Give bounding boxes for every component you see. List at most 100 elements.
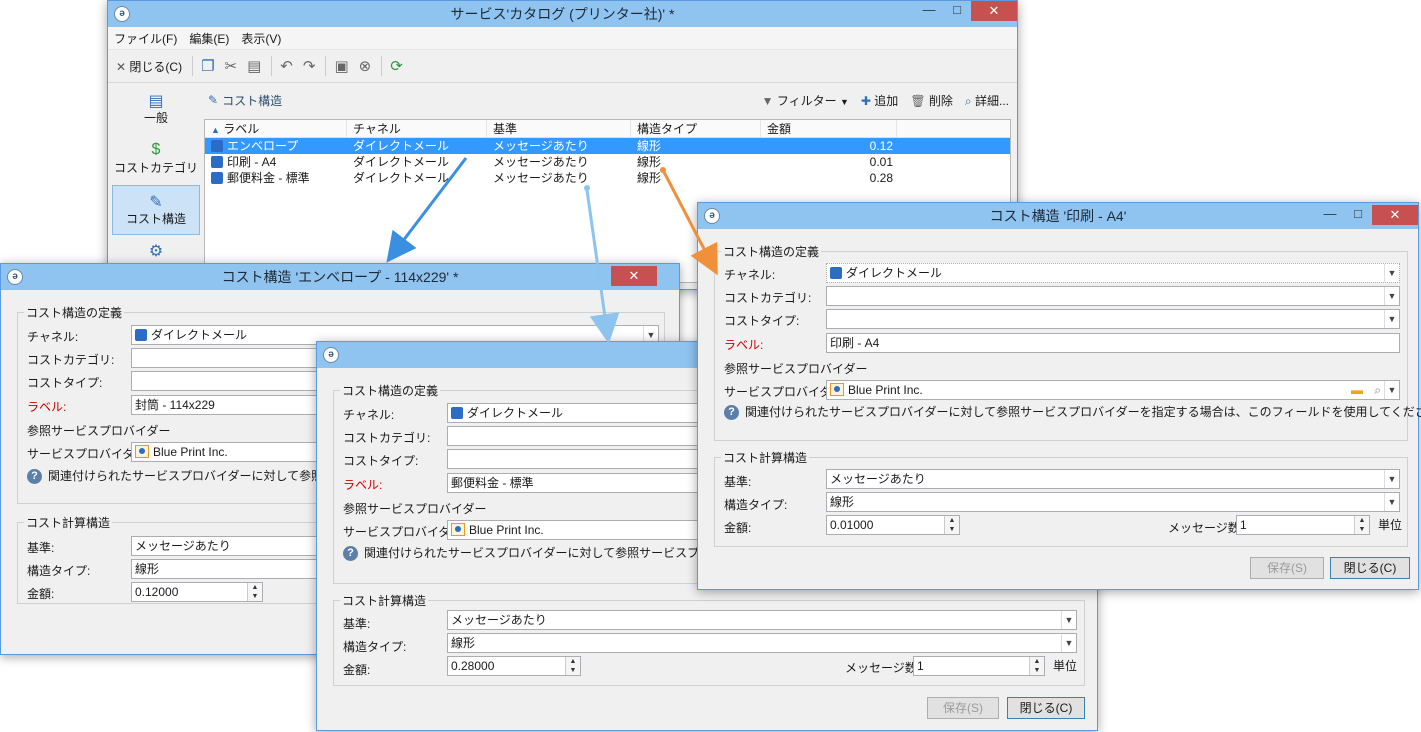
copy-icon[interactable]: ❐ [201,57,214,75]
sort-asc-icon: ▲ [211,125,220,135]
paste-icon[interactable]: ▤ [247,57,261,75]
close-icon[interactable]: ✕ [611,266,657,286]
minimize-icon[interactable]: — [915,1,943,21]
cut-icon[interactable]: ✂ [225,57,238,75]
save-button[interactable]: 保存(S) [1250,557,1324,579]
amount-stepper[interactable]: 0.12000 ▲ ▼ [131,582,263,602]
basis-label: 基準: [724,475,752,489]
spin-arrows-icon[interactable]: ▲ ▼ [1029,657,1044,675]
spin-arrows-icon[interactable]: ▲ ▼ [247,583,262,601]
struct-type-label: 構造タイプ: [724,498,788,512]
table-row[interactable]: 郵便料金 - 標準 ダイレクトメール メッセージあたり 線形 0.28 [205,170,1010,186]
cost-category-label: コストカテゴリ: [724,291,812,305]
folder-icon[interactable]: ▬ [1351,381,1363,399]
filter-button[interactable]: ▼ フィルター ▼ [762,92,849,109]
menu-view[interactable]: 表示(V) [241,30,281,47]
struct-type-select[interactable]: 線形 ▼ [447,633,1077,653]
help-icon: ? [27,469,42,485]
close-button[interactable]: 閉じる(C) [1330,557,1410,579]
col-label[interactable]: ▲ ラベル [205,120,347,137]
nav-item-cost-structure[interactable]: ✎ コスト構造 [112,185,200,235]
menu-edit[interactable]: 編集(E) [189,30,229,47]
col-channel[interactable]: チャネル [347,120,487,137]
basis-label: 基準: [27,541,55,555]
maximize-icon[interactable]: □ [943,1,971,21]
nav-item-settings[interactable]: ⚙ [112,235,200,260]
col-type[interactable]: 構造タイプ [631,120,761,137]
direct-mail-icon [135,329,147,341]
chevron-down-icon[interactable]: ▼ [1061,634,1076,652]
main-titlebar: ǝ サービス'カタログ (プリンター社)' * — □ ✕ [108,1,1017,27]
close-icon[interactable]: ✕ [1372,205,1418,225]
save-button[interactable]: 保存(S) [927,697,999,719]
amount-stepper[interactable]: 0.28000 ▲ ▼ [447,656,581,676]
cost-category-label: コストカテゴリ: [27,353,115,367]
search-icon[interactable]: ⌕ [1374,381,1381,399]
col-basis[interactable]: 基準 [487,120,631,137]
label-input[interactable]: 印刷 - A4 [826,333,1400,353]
print-titlebar: ǝ コスト構造 '印刷 - A4' — □ ✕ [698,203,1418,229]
cost-type-label: コストタイプ: [343,454,419,468]
chevron-down-icon[interactable]: ▼ [1384,264,1399,282]
cost-category-select[interactable]: ▼ [826,286,1400,306]
struct-type-label: 構造タイプ: [343,640,407,654]
chevron-down-icon[interactable]: ▼ [1384,470,1399,488]
undo-icon[interactable]: ↶ [280,57,293,75]
basis-select[interactable]: メッセージあたり ▼ [826,469,1400,489]
close-button[interactable]: 閉じる(C) [1007,697,1085,719]
spin-arrows-icon[interactable]: ▲ ▼ [565,657,580,675]
direct-mail-icon [451,407,463,419]
table-row[interactable]: エンベロープ ダイレクトメール メッセージあたり 線形 0.12 [205,138,1010,154]
unit-label: 単位 [1378,518,1403,532]
maximize-icon[interactable]: □ [1344,205,1372,225]
provider-icon [135,445,149,458]
channel-select[interactable]: ダイレクトメール ▼ [826,263,1400,283]
close-icon[interactable]: ✕ [971,1,1017,21]
spin-arrows-icon[interactable]: ▲ ▼ [1354,516,1369,534]
minimize-icon[interactable]: — [1316,205,1344,225]
delete-button[interactable]: 🗑 削除 [910,92,953,109]
provider-select[interactable]: Blue Print Inc. ▬ ⌕ ▼ [826,380,1400,400]
refresh-icon[interactable]: ⟳ [390,57,403,75]
amount-stepper[interactable]: 0.01000 ▲ ▼ [826,515,960,535]
chevron-down-icon: ▼ [839,96,849,107]
channel-label: チャネル: [27,330,79,344]
channel-label: チャネル: [724,268,776,282]
save-icon[interactable]: ▣ [334,57,348,75]
cost-type-label: コストタイプ: [724,314,800,328]
provider-icon [451,523,465,536]
ref-provider-heading: 参照サービスプロバイダー [724,362,868,376]
channel-icon [211,172,223,184]
close-toolbar-button[interactable]: ✕ 閉じる(C) [116,58,182,75]
chevron-down-icon[interactable]: ▼ [1384,381,1399,399]
nav-item-cost-category[interactable]: $ コストカテゴリ [112,135,200,185]
content-header: ✎ コスト構造 ▼ フィルター ▼ ✚ 追加 🗑 削除 ⌕ 詳細... [208,85,1009,115]
table-row[interactable]: 印刷 - A4 ダイレクトメール メッセージあたり 線形 0.01 [205,154,1010,170]
redo-icon[interactable]: ↷ [303,57,316,75]
chevron-down-icon[interactable]: ▼ [1061,611,1076,629]
chevron-down-icon[interactable]: ▼ [1384,287,1399,305]
envelope-titlebar: ǝ コスト構造 'エンベロープ - 114x229' * ✕ [1,264,679,290]
chevron-down-icon[interactable]: ▼ [1384,493,1399,511]
label-label: ラベル: [343,478,383,492]
msg-count-label: メッセージ数: [1168,521,1244,535]
col-amount[interactable]: 金額 [761,120,897,137]
dollar-icon: $ [151,141,161,158]
struct-type-select[interactable]: 線形 ▼ [826,492,1400,512]
help-icon: ? [343,546,358,562]
provider-icon [830,383,844,396]
gears-icon: ⚙ [148,243,164,260]
nav-item-general[interactable]: ▤ 一般 [112,85,200,135]
add-button[interactable]: ✚ 追加 [861,92,898,109]
msg-count-stepper[interactable]: 1 ▲ ▼ [1236,515,1370,535]
cancel-icon[interactable]: ⊗ [359,57,372,75]
msg-count-stepper[interactable]: 1 ▲ ▼ [913,656,1045,676]
cost-type-select[interactable]: ▼ [826,309,1400,329]
amount-label: 金額: [27,587,55,601]
details-button[interactable]: ⌕ 詳細... [965,92,1009,109]
basis-select[interactable]: メッセージあたり ▼ [447,610,1077,630]
toolbar: ✕ 閉じる(C) ❐ ✂ ▤ ↶ ↷ ▣ ⊗ ⟳ [108,49,1017,83]
menu-file[interactable]: ファイル(F) [114,30,177,47]
spin-arrows-icon[interactable]: ▲ ▼ [944,516,959,534]
chevron-down-icon[interactable]: ▼ [1384,310,1399,328]
